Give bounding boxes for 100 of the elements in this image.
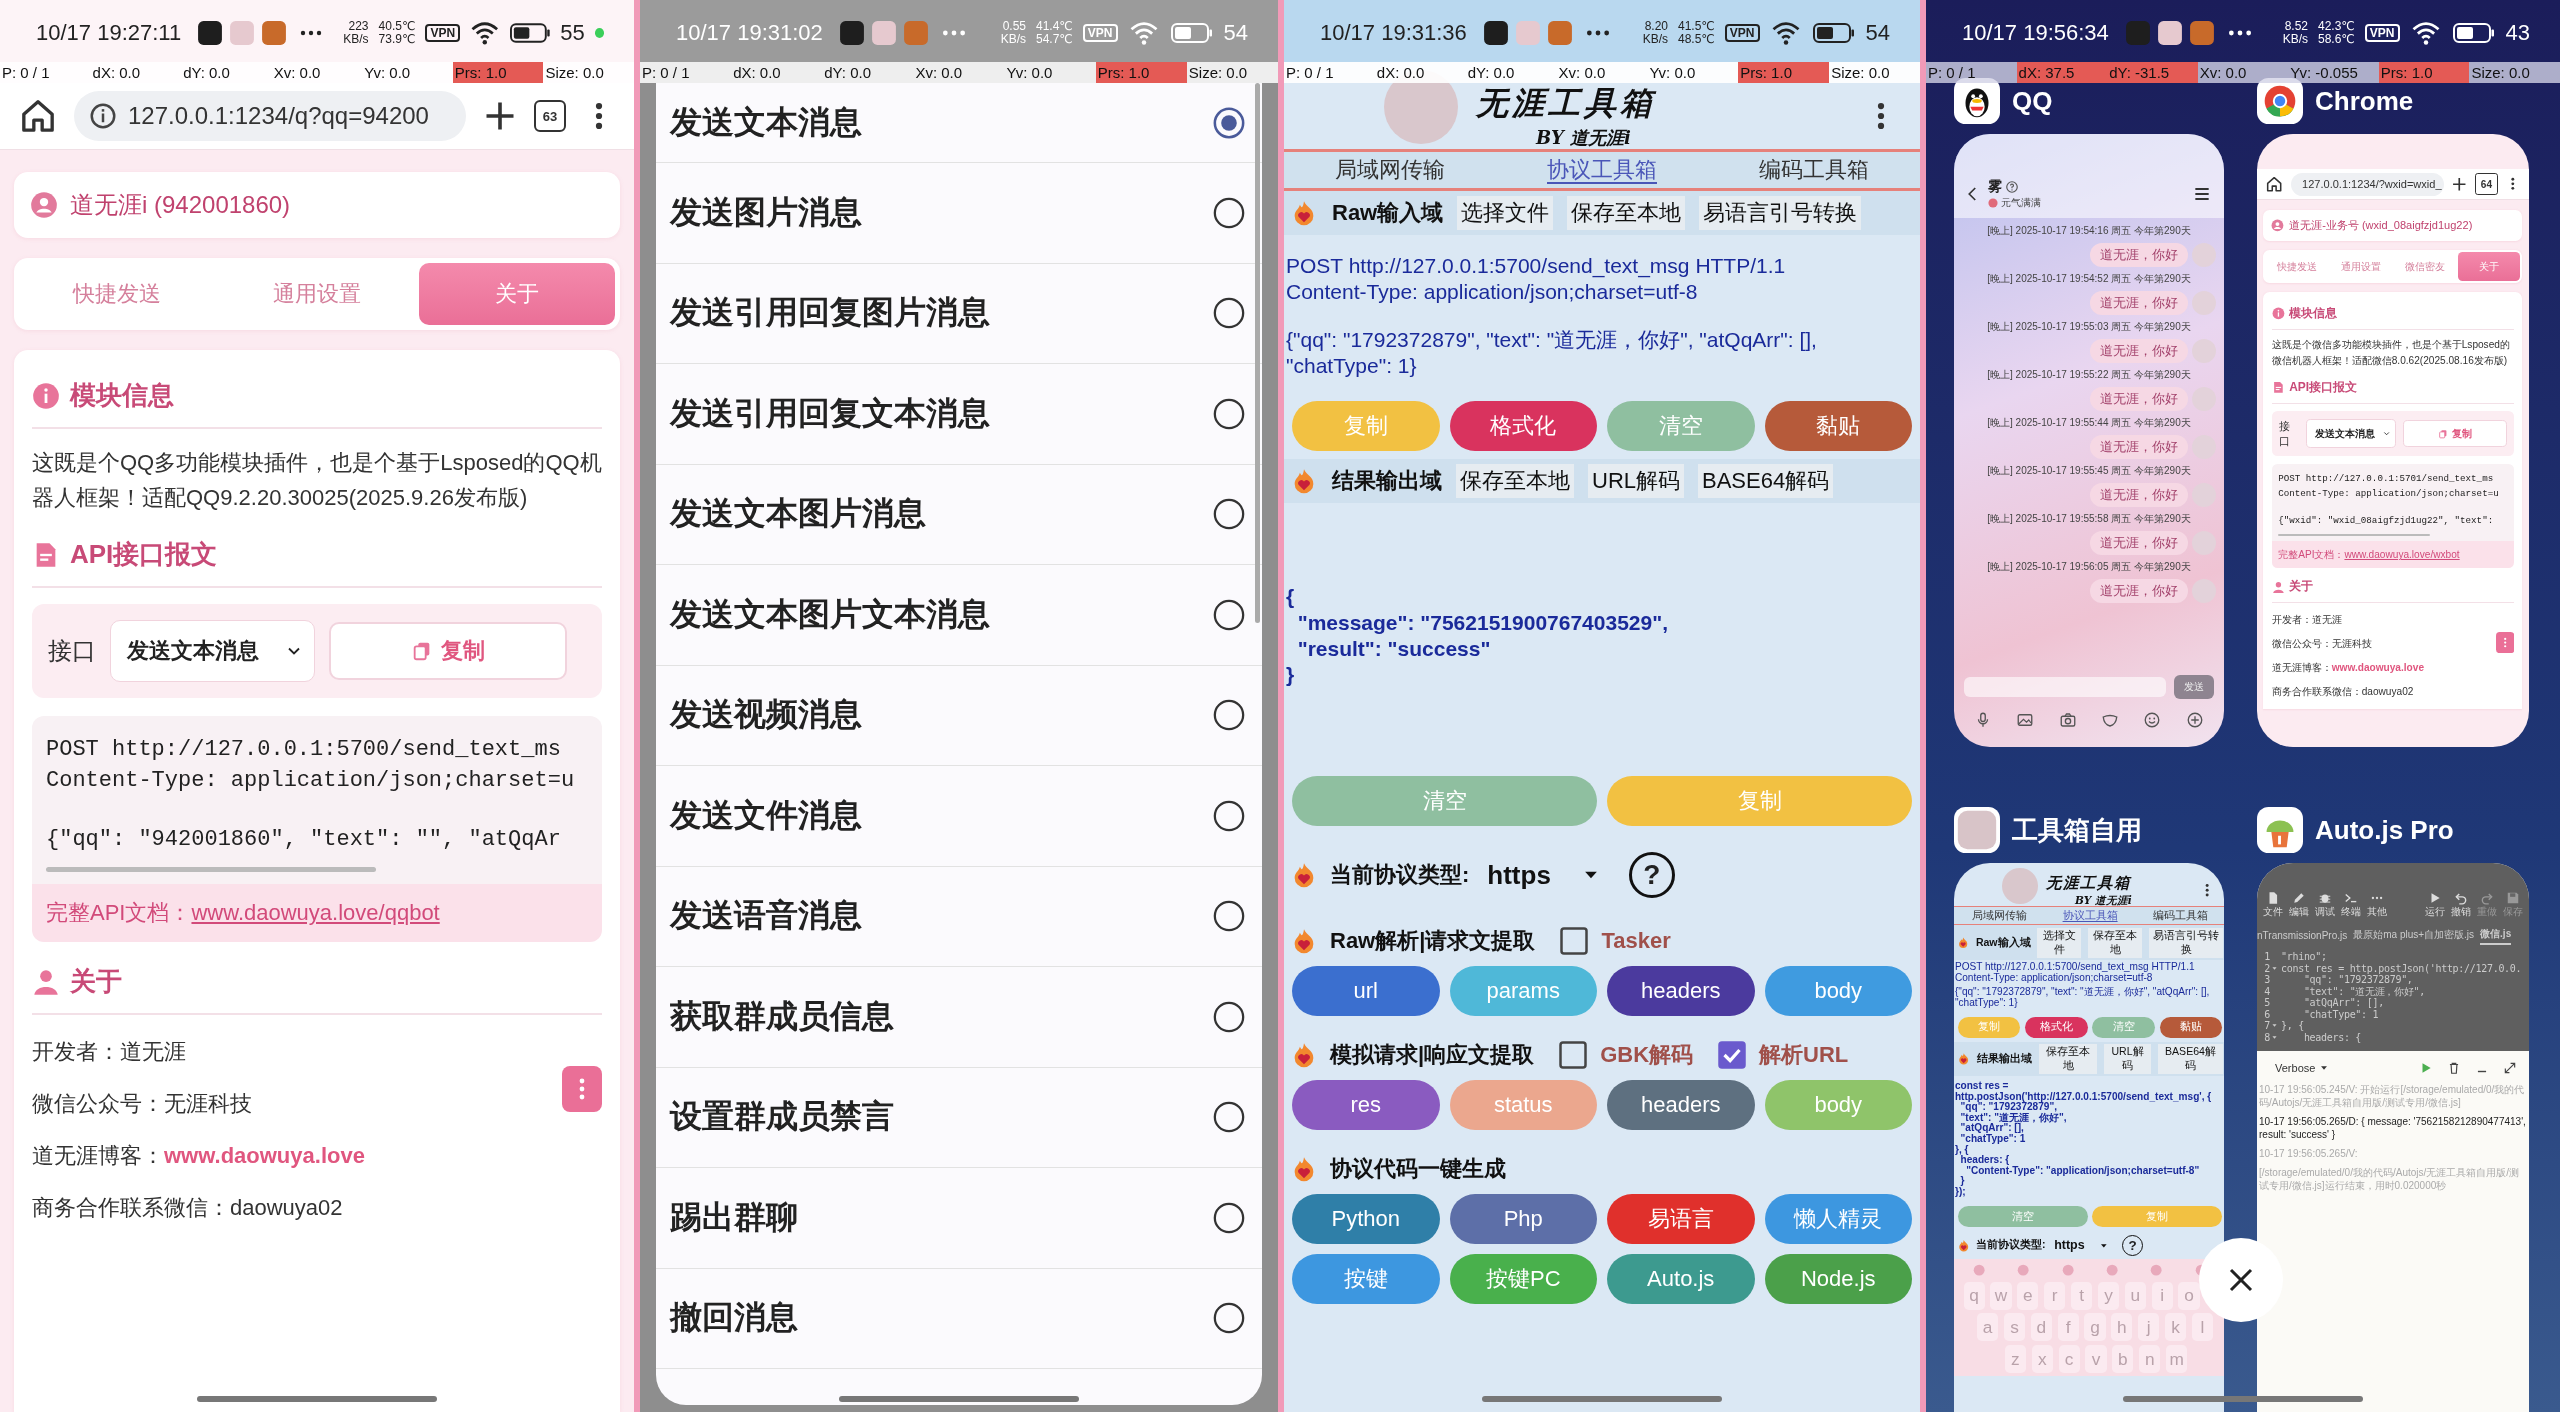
tab[interactable]: 通用设置 <box>219 263 415 325</box>
action-button[interactable]: 格式化 <box>2025 1016 2088 1038</box>
protocol-select[interactable]: https <box>1481 859 1607 891</box>
radio-button[interactable] <box>1212 296 1246 331</box>
checkbox[interactable] <box>1558 1040 1589 1070</box>
action-button[interactable]: res <box>1292 1080 1440 1130</box>
tab[interactable]: 协议工具箱 <box>1496 152 1708 188</box>
checkbox-label[interactable]: Tasker <box>1601 928 1671 954</box>
tab-switcher-button[interactable]: 64 <box>2475 173 2498 196</box>
app-preview[interactable] <box>1954 863 2224 1412</box>
file-tab[interactable]: nTransmissionPro.js <box>2257 927 2348 945</box>
tab[interactable]: 关于 <box>2457 252 2521 281</box>
help-button[interactable]: ? <box>1628 852 1675 898</box>
toolbar-button[interactable]: 调试 <box>2313 891 2337 919</box>
toolbar-button[interactable]: 其他 <box>2365 891 2389 919</box>
tab[interactable]: 通用设置 <box>2329 252 2392 281</box>
section-action[interactable]: 保存至本地 <box>1567 196 1686 230</box>
radio-button[interactable] <box>1212 497 1246 532</box>
app-name[interactable]: QQ <box>2012 85 2053 117</box>
toolbar-button[interactable]: 终端 <box>2339 891 2363 919</box>
api-select[interactable]: 发送文本消息 <box>110 620 315 683</box>
home-icon[interactable] <box>2265 174 2284 194</box>
checkbox-label[interactable]: 解析URL <box>1759 1040 1849 1070</box>
action-button[interactable]: 格式化 <box>1449 401 1597 451</box>
file-tab[interactable]: 微信.js <box>2480 927 2512 945</box>
doc-link[interactable]: www.daowuya.love/qqbot <box>191 900 440 927</box>
radio-button[interactable] <box>1212 195 1246 230</box>
new-tab-icon[interactable] <box>2451 175 2468 193</box>
app-name[interactable]: Chrome <box>2315 85 2414 117</box>
radio-button[interactable] <box>1212 396 1246 431</box>
trash-icon[interactable] <box>2447 1061 2461 1075</box>
log-level-select[interactable]: Verbose <box>2269 1061 2336 1075</box>
option-item[interactable]: 撤回消息 <box>656 1268 1262 1369</box>
option-item[interactable]: 设置群成员禁言 <box>656 1067 1262 1168</box>
section-action[interactable]: 选择文件 <box>2037 927 2082 958</box>
action-button[interactable]: Node.js <box>1764 1254 1912 1304</box>
radio-button[interactable] <box>1212 698 1246 733</box>
toolbar-button[interactable]: 撤销 <box>2449 891 2473 919</box>
section-action[interactable]: 保存至本地 <box>2088 927 2143 958</box>
image-icon[interactable] <box>2016 711 2035 729</box>
action-button[interactable]: Auto.js <box>1607 1254 1755 1304</box>
toolbar-button[interactable]: 运行 <box>2423 891 2447 919</box>
action-button[interactable]: 按键 <box>1292 1254 1440 1304</box>
tab[interactable]: 关于 <box>419 263 615 325</box>
raw-input-field[interactable]: POST http://127.0.0.1:5700/send_text_msg HTTP/1.1 Content-Type: application/json;charset=utf-8 {"qq": "1792372879", "text": "道无涯，你好", "atQqArr": [], "chatType": 1} <box>1284 235 1920 393</box>
radio-button[interactable] <box>1212 1200 1246 1235</box>
checkbox-label[interactable]: GBK解码 <box>1600 1040 1694 1070</box>
tab[interactable]: 编码工具箱 <box>1708 152 1920 188</box>
result-output-field[interactable]: const res = http.postJson('http://127.0.0.1:5700/send_text_msg', { "qq": "1792372879", "text": "道无涯，你好", "atQqArr": [], "chatType": 1 }, { headers: { "Content-Type": "application/json;charset=utf-8" } }); <box>1954 1076 2224 1203</box>
toolbar-button[interactable]: 文件 <box>2261 891 2285 919</box>
tab[interactable]: 编码工具箱 <box>2135 907 2224 925</box>
action-button[interactable]: 懒人精灵 <box>1764 1194 1912 1244</box>
action-button[interactable]: 按键PC <box>1449 1254 1597 1304</box>
action-button[interactable]: 黏贴 <box>2159 1016 2223 1038</box>
option-item[interactable]: 发送语音消息 <box>656 866 1262 967</box>
action-button[interactable]: url <box>1292 966 1440 1016</box>
tab[interactable]: 快捷发送 <box>19 263 215 325</box>
section-action[interactable]: URL解码 <box>1588 464 1684 498</box>
option-item[interactable]: 获取群成员信息 <box>656 967 1262 1068</box>
tab[interactable]: 协议工具箱 <box>2044 907 2136 925</box>
tab[interactable]: 快捷发送 <box>2265 252 2328 281</box>
camera-icon[interactable] <box>2058 711 2077 729</box>
section-action[interactable]: BASE64解码 <box>2157 1044 2224 1074</box>
result-output-field[interactable]: { "message": "7562151900767403529", "result": "success" } <box>1284 503 1920 768</box>
more-button[interactable] <box>562 1066 602 1112</box>
smiley-icon[interactable] <box>2143 711 2162 729</box>
radio-button[interactable] <box>1212 597 1246 632</box>
action-button[interactable]: Php <box>1449 1194 1597 1244</box>
close-button[interactable] <box>2199 1238 2283 1322</box>
action-button[interactable]: headers <box>1607 1080 1755 1130</box>
app-name[interactable]: Auto.js Pro <box>2315 814 2454 846</box>
doc-link[interactable]: www.daowuya.love/wxbot <box>2344 549 2460 561</box>
section-action[interactable]: 易语言引号转换 <box>2149 927 2224 958</box>
action-button[interactable]: 黏贴 <box>1764 401 1912 451</box>
section-action[interactable]: URL解码 <box>2104 1044 2151 1074</box>
more-button[interactable] <box>2495 632 2515 654</box>
blog-link[interactable]: www.daowuya.love <box>2331 662 2425 674</box>
radio-button[interactable] <box>1212 1301 1246 1336</box>
option-item[interactable]: 踢出群聊 <box>656 1168 1262 1269</box>
tab-switcher-button[interactable]: 63 <box>534 100 566 132</box>
tab[interactable]: 局域网传输 <box>1284 152 1496 188</box>
file-tab[interactable]: 最原始ma plus+自加密版.js <box>2353 927 2475 945</box>
toolbar-button[interactable]: 编辑 <box>2287 891 2311 919</box>
address-bar[interactable]: 127.0.0.1:1234/?wxid=wxid_ <box>2291 172 2445 196</box>
address-bar[interactable]: 127.0.0.1:1234/q?qq=94200 <box>74 91 466 141</box>
section-action[interactable]: 保存至本地 <box>2038 1044 2098 1074</box>
checkbox[interactable] <box>1717 1040 1748 1070</box>
tab[interactable]: 微信密友 <box>2393 252 2457 281</box>
action-button[interactable]: headers <box>1607 966 1755 1016</box>
section-action[interactable]: 保存至本地 <box>1456 464 1574 498</box>
action-button[interactable]: body <box>1764 966 1912 1016</box>
radio-button[interactable] <box>1212 899 1246 934</box>
app-preview[interactable] <box>1954 134 2224 747</box>
message-input[interactable] <box>1964 677 2166 697</box>
tab[interactable]: 局域网传输 <box>1954 907 2045 925</box>
add-icon[interactable] <box>2185 711 2204 729</box>
radio-button[interactable] <box>1212 798 1246 833</box>
protocol-select[interactable]: https <box>2051 1238 2112 1253</box>
raw-input-field[interactable]: POST http://127.0.0.1:5700/send_text_msg HTTP/1.1 Content-Type: application/json;charset=utf-8 {"qq": "1792372879", "text": "道无涯，你好", "atQqArr": [], "chatType": 1} <box>1954 960 2224 1013</box>
action-button[interactable]: Python <box>1292 1194 1440 1244</box>
